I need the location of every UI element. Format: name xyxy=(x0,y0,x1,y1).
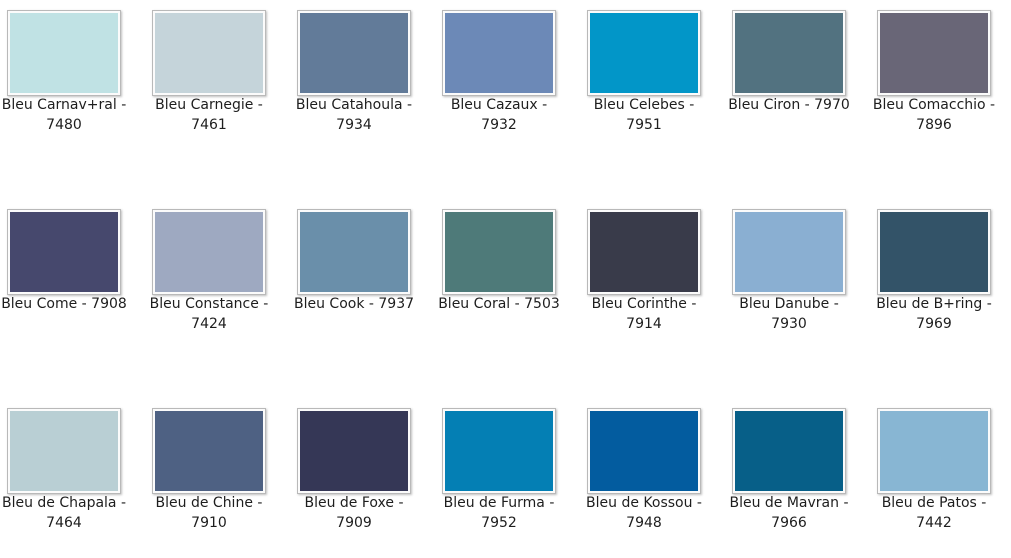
swatch-label: Bleu de B+ring - 7969 xyxy=(876,296,992,332)
swatch-tile[interactable]: Bleu de B+ring - 7969 xyxy=(870,199,1011,344)
swatch-label: Bleu Danube - 7930 xyxy=(739,296,839,332)
color-swatch xyxy=(300,13,408,93)
swatch-label: Bleu de Patos - 7442 xyxy=(881,495,987,531)
swatch-thumbnail[interactable] xyxy=(442,408,556,494)
swatch-label: Bleu Carnegie - 7461 xyxy=(155,97,263,133)
swatch-label: Bleu Constance - 7424 xyxy=(149,296,269,332)
swatch-label: Bleu Corinthe - 7914 xyxy=(591,296,697,332)
color-swatch xyxy=(735,13,843,93)
color-swatch xyxy=(590,411,698,491)
swatch-tile[interactable]: Bleu de Kossou - 7948 xyxy=(580,398,725,543)
swatch-label: Bleu Celebes - 7951 xyxy=(593,97,695,133)
swatch-tile[interactable]: Bleu Constance - 7424 xyxy=(145,199,290,344)
color-swatch xyxy=(590,13,698,93)
swatch-label: Bleu Ciron - 7970 xyxy=(728,97,850,113)
color-swatch xyxy=(300,411,408,491)
swatch-tile[interactable]: Bleu Ciron - 7970 xyxy=(725,0,870,145)
swatch-thumbnail[interactable] xyxy=(297,209,411,295)
swatch-label: Bleu Cazaux - 7932 xyxy=(450,97,548,133)
swatch-thumbnail[interactable] xyxy=(877,209,991,295)
swatch-tile[interactable]: Bleu Come - 7908 xyxy=(0,199,145,344)
color-swatch xyxy=(155,212,263,292)
swatch-label: Bleu Cook - 7937 xyxy=(293,296,415,312)
color-swatch xyxy=(735,212,843,292)
swatch-thumbnail[interactable] xyxy=(587,408,701,494)
swatch-thumbnail[interactable] xyxy=(152,10,266,96)
swatch-tile[interactable]: Bleu Cazaux - 7932 xyxy=(435,0,580,145)
swatch-thumbnail[interactable] xyxy=(587,209,701,295)
swatch-thumbnail[interactable] xyxy=(732,209,846,295)
swatch-thumbnail[interactable] xyxy=(7,10,121,96)
swatch-thumbnail[interactable] xyxy=(877,408,991,494)
swatch-thumbnail[interactable] xyxy=(442,10,556,96)
swatch-tile[interactable]: Bleu Coral - 7503 xyxy=(435,199,580,344)
color-swatch xyxy=(155,411,263,491)
swatch-label: Bleu de Chine - 7910 xyxy=(155,495,263,531)
swatch-tile[interactable]: Bleu de Chine - 7910 xyxy=(145,398,290,543)
swatch-thumbnail[interactable] xyxy=(732,10,846,96)
swatch-label: Bleu Catahoula - 7934 xyxy=(295,97,413,133)
color-swatch xyxy=(10,212,118,292)
color-swatch xyxy=(300,212,408,292)
color-swatch xyxy=(445,212,553,292)
swatch-label: Bleu Come - 7908 xyxy=(1,296,127,312)
color-swatch xyxy=(590,212,698,292)
swatch-tile[interactable]: Bleu Carnegie - 7461 xyxy=(145,0,290,145)
swatch-label: Bleu de Chapala - 7464 xyxy=(1,495,127,531)
swatch-thumbnail[interactable] xyxy=(297,408,411,494)
swatch-label: Bleu Carnav+ral - 7480 xyxy=(1,97,127,133)
color-swatch xyxy=(10,411,118,491)
color-swatch xyxy=(880,411,988,491)
swatch-tile[interactable]: Bleu Comacchio - 7896 xyxy=(870,0,1011,145)
swatch-thumbnail[interactable] xyxy=(7,209,121,295)
color-swatch xyxy=(10,13,118,93)
swatch-label: Bleu Coral - 7503 xyxy=(438,296,560,312)
swatch-tile[interactable]: Bleu de Chapala - 7464 xyxy=(0,398,145,543)
swatch-tile[interactable]: Bleu Danube - 7930 xyxy=(725,199,870,344)
swatch-thumbnail[interactable] xyxy=(7,408,121,494)
swatch-label: Bleu Comacchio - 7896 xyxy=(872,97,996,133)
color-swatch xyxy=(880,13,988,93)
swatch-thumbnail[interactable] xyxy=(877,10,991,96)
swatch-tile[interactable]: Bleu Celebes - 7951 xyxy=(580,0,725,145)
swatch-tile[interactable]: Bleu de Mavran - 7966 xyxy=(725,398,870,543)
swatch-grid: Bleu Carnav+ral - 7480 Bleu Carnegie - 7… xyxy=(0,0,1011,558)
swatch-thumbnail[interactable] xyxy=(587,10,701,96)
swatch-label: Bleu de Kossou - 7948 xyxy=(586,495,702,531)
swatch-label: Bleu de Mavran - 7966 xyxy=(729,495,849,531)
color-swatch xyxy=(880,212,988,292)
color-swatch xyxy=(155,13,263,93)
swatch-thumbnail[interactable] xyxy=(297,10,411,96)
swatch-label: Bleu de Furma - 7952 xyxy=(443,495,555,531)
swatch-thumbnail[interactable] xyxy=(442,209,556,295)
swatch-tile[interactable]: Bleu de Foxe - 7909 xyxy=(290,398,435,543)
color-swatch xyxy=(445,411,553,491)
swatch-thumbnail[interactable] xyxy=(152,209,266,295)
color-swatch xyxy=(735,411,843,491)
swatch-tile[interactable]: Bleu Cook - 7937 xyxy=(290,199,435,344)
color-swatch xyxy=(445,13,553,93)
swatch-label: Bleu de Foxe - 7909 xyxy=(304,495,404,531)
swatch-tile[interactable]: Bleu Corinthe - 7914 xyxy=(580,199,725,344)
swatch-tile[interactable]: Bleu Carnav+ral - 7480 xyxy=(0,0,145,145)
swatch-tile[interactable]: Bleu Catahoula - 7934 xyxy=(290,0,435,145)
swatch-thumbnail[interactable] xyxy=(732,408,846,494)
swatch-thumbnail[interactable] xyxy=(152,408,266,494)
swatch-tile[interactable]: Bleu de Patos - 7442 xyxy=(870,398,1011,543)
swatch-tile[interactable]: Bleu de Furma - 7952 xyxy=(435,398,580,543)
